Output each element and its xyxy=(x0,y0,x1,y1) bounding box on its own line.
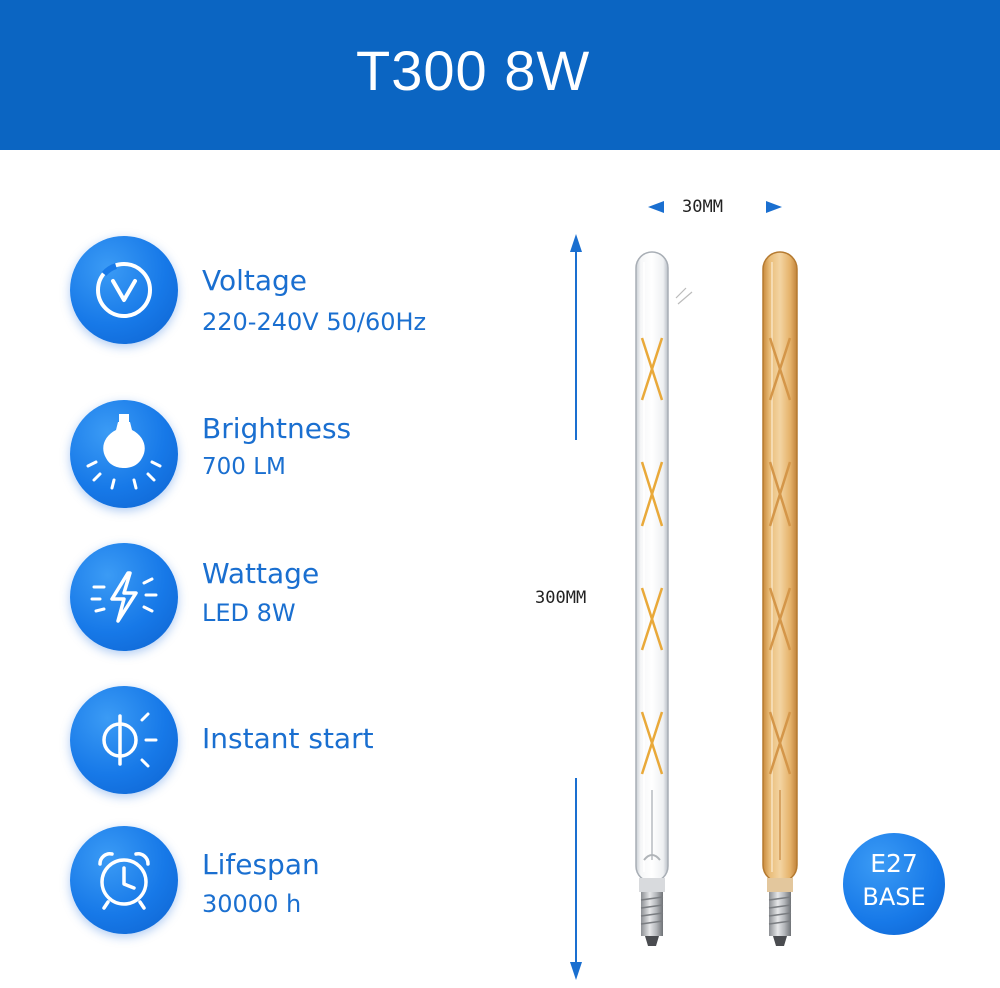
height-dimension-label: 300MM xyxy=(535,588,587,608)
badge-line-2: BASE xyxy=(862,883,926,911)
width-dimension-label: 30MM xyxy=(682,197,723,217)
amber-bulb xyxy=(762,251,798,946)
clear-bulb xyxy=(635,251,693,946)
badge-line-1: E27 xyxy=(870,849,918,878)
product-illustration xyxy=(570,201,798,980)
e27-base-badge: E27 BASE xyxy=(843,833,945,935)
